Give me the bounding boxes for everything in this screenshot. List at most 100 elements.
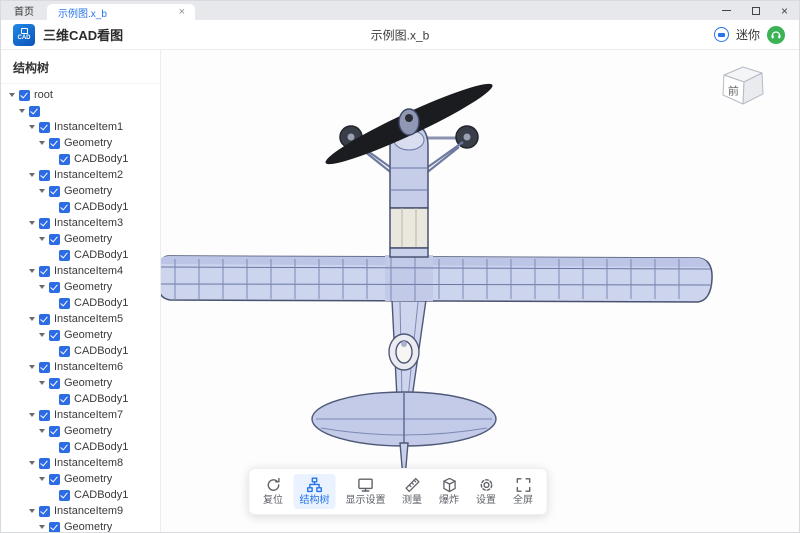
- expand-arrow-icon[interactable]: [29, 413, 35, 417]
- tree-row[interactable]: CADBody1: [1, 199, 160, 215]
- viewport-3d[interactable]: 前 复位 结构树: [161, 50, 799, 532]
- tree-row[interactable]: Geometry: [1, 231, 160, 247]
- explode-button[interactable]: 爆炸: [433, 474, 466, 509]
- tree-checkbox[interactable]: [49, 138, 60, 149]
- tree-node-label: CADBody1: [74, 487, 128, 503]
- expand-arrow-icon[interactable]: [9, 93, 15, 97]
- expand-arrow-icon[interactable]: [29, 173, 35, 177]
- expand-arrow-icon[interactable]: [39, 237, 45, 241]
- tree-row[interactable]: Geometry: [1, 183, 160, 199]
- cad-model[interactable]: [161, 50, 799, 532]
- tree-checkbox[interactable]: [39, 266, 50, 277]
- expand-arrow-icon[interactable]: [29, 221, 35, 225]
- tree-row[interactable]: Geometry: [1, 375, 160, 391]
- tree-checkbox[interactable]: [39, 218, 50, 229]
- mini-mode-icon[interactable]: [714, 27, 729, 42]
- tree-row[interactable]: root: [1, 87, 160, 103]
- tree-row[interactable]: CADBody1: [1, 295, 160, 311]
- tree-row[interactable]: InstanceItem5: [1, 311, 160, 327]
- tree-row[interactable]: InstanceItem8: [1, 455, 160, 471]
- support-icon[interactable]: [767, 26, 785, 44]
- tab-document[interactable]: 示例图.x_b ×: [47, 4, 195, 20]
- view-cube[interactable]: 前: [715, 58, 769, 112]
- tree-row[interactable]: Geometry: [1, 327, 160, 343]
- tree-checkbox[interactable]: [49, 234, 60, 245]
- tab-home[interactable]: 首页: [1, 1, 47, 20]
- tree-checkbox[interactable]: [49, 330, 60, 341]
- tree-row[interactable]: [1, 103, 160, 119]
- tree-row[interactable]: InstanceItem1: [1, 119, 160, 135]
- expand-arrow-icon[interactable]: [39, 285, 45, 289]
- tree-checkbox[interactable]: [39, 410, 50, 421]
- minimize-button[interactable]: [712, 1, 741, 20]
- expand-arrow-icon[interactable]: [29, 269, 35, 273]
- tree-node-label: Geometry: [64, 279, 112, 295]
- tree-row[interactable]: InstanceItem7: [1, 407, 160, 423]
- tree-row[interactable]: InstanceItem3: [1, 215, 160, 231]
- tree-checkbox[interactable]: [39, 314, 50, 325]
- tree-row[interactable]: InstanceItem2: [1, 167, 160, 183]
- expand-arrow-icon[interactable]: [39, 333, 45, 337]
- tree-row[interactable]: Geometry: [1, 423, 160, 439]
- tab-close-icon[interactable]: ×: [179, 7, 185, 18]
- tree-checkbox[interactable]: [49, 474, 60, 485]
- tree-checkbox[interactable]: [59, 442, 70, 453]
- expand-arrow-icon[interactable]: [29, 509, 35, 513]
- tree-row[interactable]: CADBody1: [1, 391, 160, 407]
- explode-icon: [441, 477, 457, 493]
- expand-arrow-icon[interactable]: [39, 477, 45, 481]
- tree-node-label: Geometry: [64, 327, 112, 343]
- mini-mode-label[interactable]: 迷你: [736, 26, 760, 43]
- expand-arrow-icon[interactable]: [19, 109, 25, 113]
- tree-node-label: InstanceItem4: [54, 263, 123, 279]
- maximize-button[interactable]: [741, 1, 770, 20]
- close-button[interactable]: ×: [770, 1, 799, 20]
- tree-checkbox[interactable]: [19, 90, 30, 101]
- expand-arrow-icon[interactable]: [39, 525, 45, 529]
- tree-checkbox[interactable]: [39, 362, 50, 373]
- tree-checkbox[interactable]: [49, 426, 60, 437]
- tree-checkbox[interactable]: [49, 186, 60, 197]
- tree-checkbox[interactable]: [49, 378, 60, 389]
- tree-checkbox[interactable]: [49, 282, 60, 293]
- tree-checkbox[interactable]: [59, 298, 70, 309]
- tree-row[interactable]: Geometry: [1, 519, 160, 532]
- tree-row[interactable]: Geometry: [1, 471, 160, 487]
- tree-checkbox[interactable]: [59, 394, 70, 405]
- tree-row[interactable]: CADBody1: [1, 439, 160, 455]
- settings-button[interactable]: 设置: [470, 474, 503, 509]
- tree-checkbox[interactable]: [39, 506, 50, 517]
- measure-button[interactable]: 测量: [396, 474, 429, 509]
- tree-row[interactable]: CADBody1: [1, 343, 160, 359]
- expand-arrow-icon[interactable]: [29, 365, 35, 369]
- tree-checkbox[interactable]: [59, 202, 70, 213]
- expand-arrow-icon[interactable]: [39, 141, 45, 145]
- tree-checkbox[interactable]: [59, 154, 70, 165]
- reset-button[interactable]: 复位: [257, 474, 290, 509]
- tree-row[interactable]: CADBody1: [1, 247, 160, 263]
- fullscreen-button[interactable]: 全屏: [507, 474, 540, 509]
- tree-checkbox[interactable]: [39, 122, 50, 133]
- expand-arrow-icon[interactable]: [39, 429, 45, 433]
- tree-checkbox[interactable]: [59, 490, 70, 501]
- tree-row[interactable]: Geometry: [1, 279, 160, 295]
- expand-arrow-icon[interactable]: [39, 381, 45, 385]
- tree-checkbox[interactable]: [39, 170, 50, 181]
- tree-row[interactable]: InstanceItem9: [1, 503, 160, 519]
- tree-row[interactable]: InstanceItem4: [1, 263, 160, 279]
- structure-tree-button[interactable]: 结构树: [294, 474, 336, 509]
- tree-row[interactable]: Geometry: [1, 135, 160, 151]
- tree-checkbox[interactable]: [59, 346, 70, 357]
- display-settings-button[interactable]: 显示设置: [340, 474, 392, 509]
- tree-checkbox[interactable]: [49, 522, 60, 533]
- expand-arrow-icon[interactable]: [39, 189, 45, 193]
- tree-row[interactable]: CADBody1: [1, 487, 160, 503]
- tree-checkbox[interactable]: [29, 106, 40, 117]
- tree-checkbox[interactable]: [39, 458, 50, 469]
- tree-checkbox[interactable]: [59, 250, 70, 261]
- tree-row[interactable]: InstanceItem6: [1, 359, 160, 375]
- expand-arrow-icon[interactable]: [29, 317, 35, 321]
- expand-arrow-icon[interactable]: [29, 461, 35, 465]
- expand-arrow-icon[interactable]: [29, 125, 35, 129]
- tree-row[interactable]: CADBody1: [1, 151, 160, 167]
